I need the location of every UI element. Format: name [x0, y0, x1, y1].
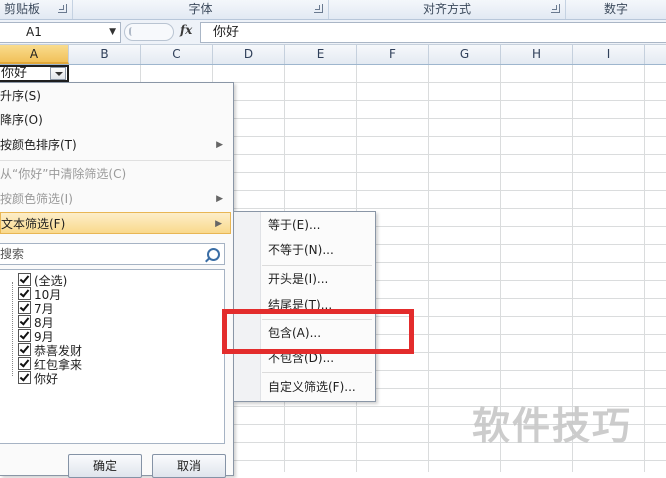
- menu-item-sort-ascending[interactable]: 升序(S): [0, 85, 231, 107]
- menu-item-clear-filter: 从“你好”中清除筛选(C): [0, 163, 231, 185]
- list-item[interactable]: 10月: [18, 287, 62, 302]
- checkbox[interactable]: [18, 315, 31, 328]
- chevron-down-icon[interactable]: ▼: [109, 23, 116, 42]
- cancel-button[interactable]: 取消: [152, 454, 226, 478]
- formula-bar: A1 ▼ fx 你好: [0, 20, 666, 45]
- menu-item-label: 文本筛选(F): [1, 217, 66, 231]
- list-item-label: 9月: [34, 330, 54, 344]
- column-header-e[interactable]: E: [285, 45, 357, 64]
- formula-bar-resize-handle[interactable]: [124, 23, 174, 41]
- ribbon-group-clipboard: 剪贴板: [0, 0, 73, 19]
- column-header-h[interactable]: H: [501, 45, 573, 64]
- list-item[interactable]: 你好: [18, 371, 59, 386]
- highlight-annotation-box: [222, 309, 414, 354]
- ribbon-group-font: 字体: [73, 0, 329, 19]
- text-filter-submenu: 等于(E)... 不等于(N)... 开头是(I)... 结尾是(T)... 包…: [233, 211, 376, 402]
- cell-a1-value: 你好: [1, 66, 28, 81]
- list-item[interactable]: 8月: [18, 315, 54, 330]
- column-headers: A B C D E F G H I: [0, 45, 666, 65]
- list-item-label: (全选): [34, 274, 68, 288]
- search-icon: [207, 248, 220, 261]
- list-item-label: 你好: [34, 372, 59, 386]
- ribbon-group-font-label: 字体: [188, 2, 213, 16]
- filter-value-list[interactable]: (全选) 10月 7月 8月 9月 恭喜发财 红包拿来 你好: [0, 269, 225, 444]
- filter-search-input[interactable]: 搜索: [0, 243, 225, 265]
- submenu-item-not-equals[interactable]: 不等于(N)...: [268, 241, 334, 259]
- dialog-launcher-icon[interactable]: [314, 4, 323, 13]
- menu-item-filter-by-color: 按颜色筛选(I) ▶: [0, 188, 231, 210]
- ribbon-group-alignment-label: 对齐方式: [422, 2, 471, 16]
- menu-item-sort-by-color[interactable]: 按颜色排序(T) ▶: [0, 134, 231, 156]
- checkbox[interactable]: [18, 301, 31, 314]
- checkbox[interactable]: [18, 371, 31, 384]
- active-cell-a1[interactable]: 你好: [0, 65, 69, 82]
- autofilter-dropdown-button[interactable]: [50, 67, 66, 80]
- ribbon-group-labels: 剪贴板 字体 对齐方式 数字: [0, 0, 666, 20]
- menu-item-label: 从“你好”中清除筛选(C): [0, 167, 127, 181]
- column-header-a[interactable]: A: [0, 45, 69, 64]
- submenu-arrow-icon: ▶: [216, 140, 223, 150]
- ribbon-group-number-label: 数字: [603, 2, 628, 16]
- checkbox[interactable]: [18, 273, 31, 286]
- submenu-arrow-icon: ▶: [215, 219, 222, 229]
- submenu-separator: [262, 372, 372, 373]
- formula-input[interactable]: 你好: [200, 22, 666, 43]
- list-item-label: 红包拿来: [34, 358, 83, 372]
- ribbon-group-number: 数字: [566, 0, 666, 19]
- submenu-icon-strip: [234, 212, 261, 401]
- list-item[interactable]: 9月: [18, 329, 54, 344]
- submenu-item-custom-filter[interactable]: 自定义筛选(F)...: [268, 378, 356, 396]
- checkbox[interactable]: [18, 329, 31, 342]
- menu-item-text-filters[interactable]: 文本筛选(F) ▶: [0, 212, 231, 234]
- checkbox[interactable]: [18, 343, 31, 356]
- column-header-d[interactable]: D: [213, 45, 285, 64]
- tree-connector: [12, 282, 13, 376]
- ok-button[interactable]: 确定: [68, 454, 142, 478]
- list-item-label: 恭喜发财: [34, 344, 83, 358]
- checkbox[interactable]: [18, 357, 31, 370]
- submenu-separator: [262, 265, 372, 266]
- menu-item-label: 按颜色排序(T): [0, 138, 77, 152]
- name-box[interactable]: A1 ▼: [0, 22, 121, 43]
- column-header-c[interactable]: C: [141, 45, 213, 64]
- filter-search-placeholder: 搜索: [0, 247, 25, 261]
- insert-function-icon[interactable]: fx: [180, 23, 192, 37]
- list-item-label: 8月: [34, 316, 54, 330]
- list-item[interactable]: (全选): [18, 273, 68, 288]
- menu-separator: [0, 160, 231, 161]
- formula-content: 你好: [213, 25, 240, 40]
- column-header-b[interactable]: B: [69, 45, 141, 64]
- submenu-item-begins-with[interactable]: 开头是(I)...: [268, 270, 328, 288]
- list-item[interactable]: 红包拿来: [18, 357, 83, 372]
- checkbox[interactable]: [18, 287, 31, 300]
- menu-item-label: 按颜色筛选(I): [0, 192, 73, 206]
- list-item-label: 7月: [34, 302, 54, 316]
- list-item[interactable]: 7月: [18, 301, 54, 316]
- menu-item-label: 升序(S): [0, 89, 41, 103]
- ribbon-group-clipboard-label: 剪贴板: [3, 2, 40, 16]
- dialog-launcher-icon[interactable]: [58, 4, 67, 13]
- ribbon-group-alignment: 对齐方式: [329, 0, 566, 19]
- autofilter-menu: 升序(S) 降序(O) 按颜色排序(T) ▶ 从“你好”中清除筛选(C) 按颜色…: [0, 82, 234, 478]
- column-header-f[interactable]: F: [357, 45, 429, 64]
- list-item-label: 10月: [34, 288, 62, 302]
- menu-item-label: 降序(O): [0, 113, 43, 127]
- watermark: 软件技巧: [472, 404, 633, 448]
- menu-item-sort-descending[interactable]: 降序(O): [0, 109, 231, 131]
- list-item[interactable]: 恭喜发财: [18, 343, 83, 358]
- dialog-launcher-icon[interactable]: [551, 4, 560, 13]
- column-header-i[interactable]: I: [573, 45, 645, 64]
- submenu-arrow-icon: ▶: [216, 194, 223, 204]
- name-box-value: A1: [26, 25, 42, 39]
- submenu-item-equals[interactable]: 等于(E)...: [268, 216, 320, 234]
- column-header-g[interactable]: G: [429, 45, 501, 64]
